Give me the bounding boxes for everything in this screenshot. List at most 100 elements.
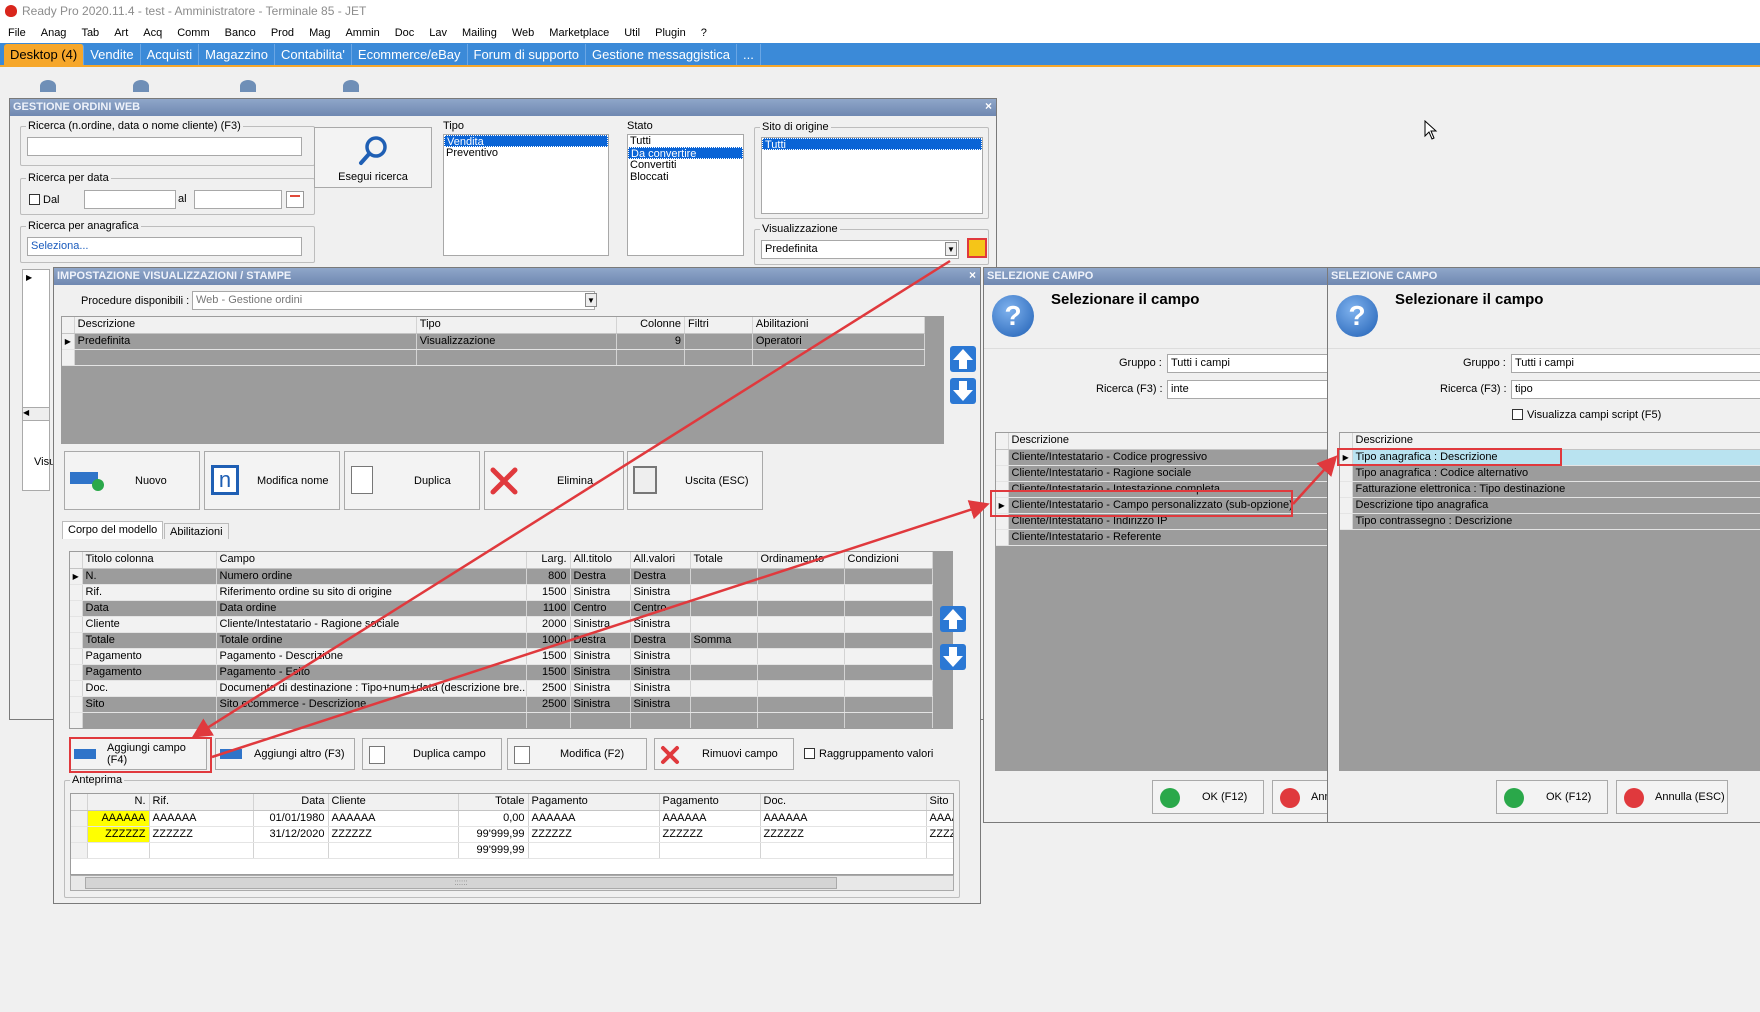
column-header[interactable]: Doc. xyxy=(760,794,927,811)
column-header[interactable]: Rif. xyxy=(149,794,254,811)
desktop-users-icon[interactable] xyxy=(240,80,256,92)
main-tab[interactable]: Vendite xyxy=(84,44,141,65)
anag-select-field[interactable]: Seleziona... xyxy=(27,237,302,256)
duplicate-field-button[interactable]: Duplica campo xyxy=(362,738,502,770)
exit-button[interactable]: Uscita (ESC) xyxy=(627,451,763,510)
table-row[interactable]: ▶ N. Numero ordine 800 Destra Destra xyxy=(70,568,933,585)
menu-item[interactable]: Mag xyxy=(309,27,330,39)
column-header[interactable]: Data xyxy=(253,794,329,811)
close-icon[interactable]: × xyxy=(969,268,976,282)
column-header[interactable]: Campo xyxy=(216,552,527,569)
list-item[interactable]: Convertiti xyxy=(628,159,743,171)
table-row[interactable]: AAAAAA AAAAAA 01/01/1980 AAAAAA 0,00 AAAAAA AA… xyxy=(71,810,953,827)
list-item[interactable]: Vendita xyxy=(444,135,608,148)
table-row[interactable]: Rif. Riferimento ordine su sito di origin… xyxy=(70,584,933,601)
column-header[interactable]: Sito xyxy=(926,794,953,811)
main-tab[interactable]: Ecommerce/eBay xyxy=(352,44,468,65)
column-header[interactable]: Cliente xyxy=(328,794,459,811)
list-item[interactable]: Descrizione tipo anagrafica xyxy=(1340,497,1760,514)
tipo-listbox[interactable]: Vendita Preventivo xyxy=(443,134,609,256)
search-input[interactable] xyxy=(27,137,302,156)
ricerca-input[interactable]: tipo xyxy=(1511,380,1760,399)
chevron-down-icon[interactable]: ▼ xyxy=(585,293,597,307)
column-header[interactable]: Larg. xyxy=(526,552,571,569)
table-row[interactable]: 99'999,99 xyxy=(71,842,953,859)
remove-field-button[interactable]: Rimuovi campo xyxy=(654,738,794,770)
move-up-icon[interactable] xyxy=(950,346,976,372)
list-item[interactable]: Cliente/Intestatario - Referente xyxy=(996,529,1329,546)
list-item[interactable]: Tutti xyxy=(762,138,982,151)
date-from-input[interactable] xyxy=(84,190,176,209)
column-header[interactable]: Ordinamento xyxy=(757,552,845,569)
column-header[interactable]: N. xyxy=(87,794,150,811)
menu-item[interactable]: Acq xyxy=(143,27,162,39)
menu-item[interactable]: Anag xyxy=(41,27,67,39)
table-row[interactable]: Cliente Cliente/Intestatario - Ragione so… xyxy=(70,616,933,633)
chevron-down-icon[interactable]: ▼ xyxy=(945,242,957,256)
columns-grid[interactable]: Titolo colonna Campo Larg. All.titolo All.va… xyxy=(69,551,953,729)
fields-list-2[interactable]: Descrizione ▶ Tipo anagrafica : Descrizion… xyxy=(1339,432,1760,771)
run-search-button[interactable]: Esegui ricerca xyxy=(314,127,432,188)
subtab-abilitazioni[interactable]: Abilitazioni xyxy=(164,523,229,539)
list-item[interactable]: Tipo anagrafica : Codice alternativo xyxy=(1340,465,1760,482)
cancel-button[interactable]: Annulla (ESC) xyxy=(1616,780,1728,814)
ok-button[interactable]: OK (F12) xyxy=(1152,780,1264,814)
menu-item[interactable]: ? xyxy=(701,27,707,39)
column-header[interactable]: Descrizione xyxy=(1008,433,1329,450)
add-other-button[interactable]: Aggiungi altro (F3) xyxy=(215,738,355,770)
main-tab[interactable]: Gestione messaggistica xyxy=(586,44,738,65)
table-row[interactable]: Pagamento Pagamento - Esito 1500 Sinistra Si… xyxy=(70,664,933,681)
table-row[interactable]: Doc. Documento di destinazione : Tipo+num… xyxy=(70,680,933,697)
table-row[interactable] xyxy=(70,712,933,728)
table-row[interactable]: Sito Sito ecommerce - Descrizione 2500 Sini… xyxy=(70,696,933,713)
column-header[interactable]: Descrizione xyxy=(1352,433,1760,450)
column-header[interactable]: Condizioni xyxy=(844,552,933,569)
desktop-users-icon[interactable] xyxy=(40,80,56,92)
column-header[interactable]: Totale xyxy=(690,552,758,569)
new-button[interactable]: Nuovo xyxy=(64,451,200,510)
main-tab[interactable]: Magazzino xyxy=(199,44,275,65)
menu-item[interactable]: Util xyxy=(624,27,640,39)
column-header[interactable]: Colonne xyxy=(616,317,686,334)
gruppo-select[interactable]: Tutti i campi xyxy=(1511,354,1760,373)
folder-icon[interactable] xyxy=(967,238,987,258)
menu-item[interactable]: Prod xyxy=(271,27,294,39)
main-tab[interactable]: Acquisti xyxy=(141,44,200,65)
desktop-users-icon[interactable] xyxy=(343,80,359,92)
list-item[interactable]: Preventivo xyxy=(444,147,608,159)
date-checkbox[interactable] xyxy=(29,194,40,205)
list-item[interactable]: Cliente/Intestatario - Ragione sociale xyxy=(996,465,1329,482)
menu-item[interactable]: Ammin xyxy=(345,27,379,39)
stato-listbox[interactable]: Tutti Da convertire Convertiti Bloccati xyxy=(627,134,744,256)
column-header[interactable]: Pagamento xyxy=(528,794,660,811)
cancel-button[interactable]: Annulla (ESC) xyxy=(1272,780,1330,814)
table-row[interactable]: ZZZZZZ ZZZZZZ 31/12/2020 ZZZZZZ 99'999,99 ZZZ… xyxy=(71,826,953,843)
menu-item[interactable]: Marketplace xyxy=(549,27,609,39)
column-header[interactable]: Filtri xyxy=(684,317,753,334)
column-header[interactable]: Titolo colonna xyxy=(82,552,217,569)
ricerca-input[interactable]: inte xyxy=(1167,380,1330,399)
date-to-input[interactable] xyxy=(194,190,282,209)
menu-item[interactable]: Plugin xyxy=(655,27,686,39)
move-down-icon[interactable] xyxy=(950,378,976,404)
models-grid[interactable]: Descrizione Tipo Colonne Filtri Abilitazioni… xyxy=(61,316,944,444)
menu-item[interactable]: Doc xyxy=(395,27,415,39)
main-tab[interactable]: Contabilita' xyxy=(275,44,352,65)
rename-button[interactable]: n Modifica nome xyxy=(204,451,340,510)
move-down-icon[interactable] xyxy=(940,644,966,670)
list-item[interactable]: Da convertire xyxy=(628,147,743,160)
list-item[interactable]: Bloccati xyxy=(628,171,743,183)
main-tab[interactable]: ... xyxy=(737,44,761,65)
column-header[interactable]: Abilitazioni xyxy=(752,317,926,334)
delete-button[interactable]: Elimina xyxy=(484,451,624,510)
vis-select[interactable]: Predefinita xyxy=(761,240,959,259)
menu-item[interactable]: Art xyxy=(114,27,128,39)
column-header[interactable]: All.valori xyxy=(630,552,691,569)
scroll-thumb[interactable]: :::::: xyxy=(85,877,837,889)
column-header[interactable]: Pagamento xyxy=(659,794,761,811)
menu-item[interactable]: Banco xyxy=(225,27,256,39)
menu-item[interactable]: Comm xyxy=(177,27,209,39)
subtab-corpo[interactable]: Corpo del modello xyxy=(62,521,164,539)
fields-list-1[interactable]: Descrizione Cliente/Intestatario - Codice… xyxy=(995,432,1330,771)
column-header[interactable]: Tipo xyxy=(416,317,618,334)
